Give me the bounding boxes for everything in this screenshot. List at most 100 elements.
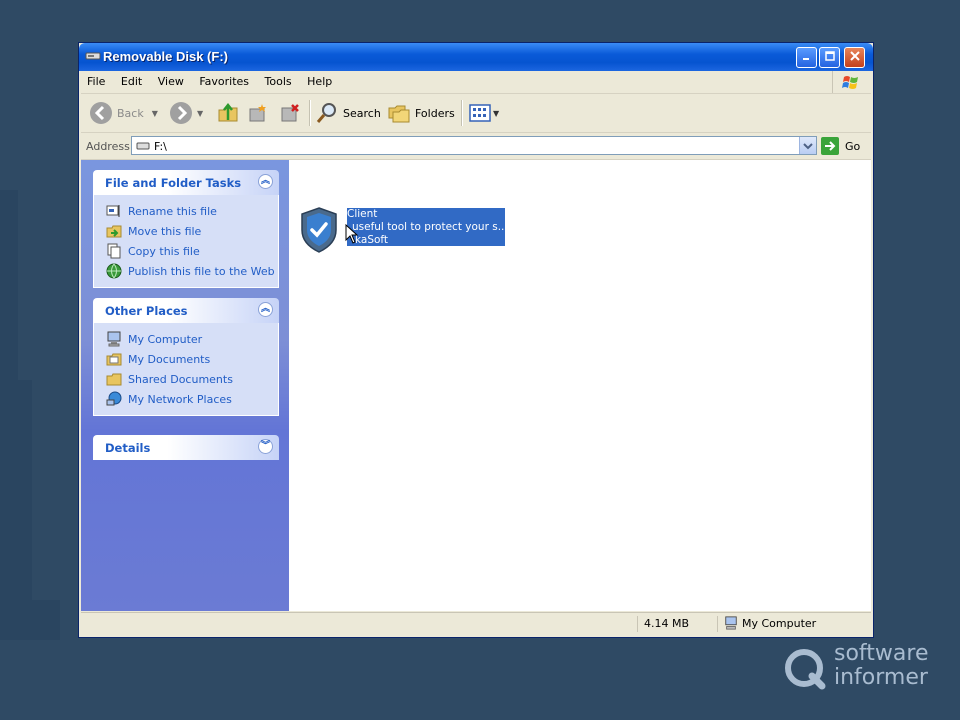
chevron-down-icon bbox=[803, 143, 813, 150]
menu-tools[interactable]: Tools bbox=[259, 71, 298, 88]
details-panel: Details ︾ bbox=[93, 435, 279, 460]
drive-icon bbox=[136, 142, 150, 150]
back-button[interactable]: Back ▼ bbox=[89, 101, 158, 125]
chevron-down-icon[interactable]: ▼ bbox=[493, 109, 499, 118]
toolbar-separator bbox=[309, 100, 311, 126]
copy-icon bbox=[107, 243, 121, 259]
my-documents-label: My Documents bbox=[128, 352, 211, 366]
computer-icon bbox=[107, 331, 121, 347]
task-pane: File and Folder Tasks ︽ Rename this file… bbox=[81, 160, 289, 611]
shared-documents-link[interactable]: Shared Documents bbox=[94, 369, 278, 389]
file-tasks-body: Rename this file Move this file Copy thi… bbox=[93, 195, 279, 288]
my-network-places-link[interactable]: My Network Places bbox=[94, 389, 278, 409]
up-folder-button[interactable] bbox=[217, 101, 239, 125]
delete-button[interactable] bbox=[279, 101, 301, 125]
forward-arrow-icon bbox=[170, 102, 192, 124]
other-places-panel: Other Places ︽ My Computer My Documents … bbox=[93, 298, 279, 416]
back-label: Back bbox=[117, 106, 144, 120]
minimize-button[interactable] bbox=[796, 47, 817, 68]
details-title: Details bbox=[105, 441, 151, 455]
watermark-line2: informer bbox=[834, 665, 928, 690]
views-grid-icon bbox=[469, 104, 491, 122]
menu-view[interactable]: View bbox=[152, 71, 190, 88]
move-file-label: Move this file bbox=[128, 224, 202, 238]
chevron-down-icon[interactable]: ▼ bbox=[152, 109, 158, 118]
address-input[interactable]: F:\ bbox=[131, 136, 817, 155]
file-company: kaSoft bbox=[355, 234, 389, 246]
file-tasks-title: File and Folder Tasks bbox=[105, 176, 242, 190]
details-header[interactable]: Details ︾ bbox=[93, 435, 279, 460]
delete-icon bbox=[281, 104, 299, 122]
search-icon bbox=[316, 103, 336, 123]
publish-file-label: Publish this file to the Web bbox=[128, 264, 275, 278]
collapse-icon[interactable]: ︽ bbox=[258, 174, 273, 189]
background-stripe bbox=[32, 600, 60, 640]
watermark-line1: software bbox=[834, 641, 929, 666]
menu-bar: File Edit View Favorites Tools Help bbox=[81, 71, 871, 94]
file-description: useful tool to protect your s... bbox=[352, 221, 505, 233]
close-button[interactable] bbox=[844, 47, 865, 68]
menu-edit[interactable]: Edit bbox=[115, 71, 148, 88]
shield-check-icon bbox=[301, 207, 337, 253]
go-arrow-icon bbox=[821, 137, 839, 155]
new-folder-button[interactable] bbox=[247, 101, 269, 125]
move-icon bbox=[106, 225, 122, 238]
address-bar: Address F:\ Go bbox=[81, 133, 871, 160]
watermark-text: software informer bbox=[834, 642, 928, 690]
status-bar: 4.14 MB My Computer bbox=[81, 612, 871, 635]
file-tasks-header[interactable]: File and Folder Tasks ︽ bbox=[93, 170, 279, 195]
address-value: F:\ bbox=[154, 140, 167, 153]
file-list[interactable]: Client useful tool to protect your s... … bbox=[289, 160, 871, 611]
background-stripe bbox=[0, 190, 18, 640]
other-places-header[interactable]: Other Places ︽ bbox=[93, 298, 279, 323]
background-stripe bbox=[18, 380, 32, 640]
maximize-icon bbox=[824, 51, 835, 61]
address-label: Address bbox=[86, 140, 130, 153]
close-icon bbox=[849, 51, 860, 61]
address-dropdown-button[interactable] bbox=[799, 137, 816, 154]
search-button[interactable]: Search bbox=[315, 101, 381, 125]
folder-icon bbox=[106, 373, 122, 386]
search-icon bbox=[785, 649, 826, 690]
folders-button[interactable]: Folders bbox=[387, 101, 455, 125]
chevron-down-icon[interactable]: ▼ bbox=[197, 109, 203, 118]
maximize-button[interactable] bbox=[819, 47, 840, 68]
collapse-icon[interactable]: ︽ bbox=[258, 302, 273, 317]
publish-file-link[interactable]: Publish this file to the Web bbox=[94, 261, 278, 281]
folder-star-icon bbox=[249, 104, 266, 122]
explorer-window: Removable Disk (F:) File Edit View Favor… bbox=[78, 42, 874, 638]
watermark: software informer bbox=[782, 640, 932, 696]
move-file-link[interactable]: Move this file bbox=[94, 221, 278, 241]
content-area: File and Folder Tasks ︽ Rename this file… bbox=[81, 160, 871, 611]
copy-file-link[interactable]: Copy this file bbox=[94, 241, 278, 261]
forward-button[interactable]: ▼ bbox=[169, 101, 203, 125]
search-label: Search bbox=[343, 106, 381, 120]
menu-help[interactable]: Help bbox=[301, 71, 338, 88]
go-label: Go bbox=[845, 139, 861, 153]
toolbar-separator bbox=[461, 100, 463, 126]
status-size: 4.14 MB bbox=[637, 616, 718, 632]
menu-favorites[interactable]: Favorites bbox=[193, 71, 255, 88]
windows-logo bbox=[832, 71, 869, 93]
my-network-places-label: My Network Places bbox=[128, 392, 232, 406]
menu-file[interactable]: File bbox=[81, 71, 111, 88]
rename-file-label: Rename this file bbox=[128, 204, 217, 218]
my-computer-label: My Computer bbox=[128, 332, 203, 346]
minimize-icon bbox=[802, 58, 809, 60]
other-places-body: My Computer My Documents Shared Document… bbox=[93, 323, 279, 416]
expand-icon[interactable]: ︾ bbox=[258, 439, 273, 454]
title-bar[interactable]: Removable Disk (F:) bbox=[79, 43, 873, 71]
rename-file-link[interactable]: Rename this file bbox=[94, 201, 278, 221]
toolbar: Back ▼ ▼ Search Folders ▼ bbox=[81, 94, 871, 133]
views-button[interactable]: ▼ bbox=[469, 101, 499, 125]
file-tasks-panel: File and Folder Tasks ︽ Rename this file… bbox=[93, 170, 279, 288]
documents-folder-icon bbox=[106, 353, 122, 366]
folders-label: Folders bbox=[415, 106, 455, 120]
my-documents-link[interactable]: My Documents bbox=[94, 349, 278, 369]
file-label[interactable]: Client useful tool to protect your s... … bbox=[347, 208, 505, 246]
shared-documents-label: Shared Documents bbox=[128, 372, 233, 386]
windows-flag-icon bbox=[842, 76, 858, 89]
copy-file-label: Copy this file bbox=[128, 244, 200, 258]
go-button[interactable]: Go bbox=[821, 136, 860, 156]
my-computer-link[interactable]: My Computer bbox=[94, 329, 278, 349]
